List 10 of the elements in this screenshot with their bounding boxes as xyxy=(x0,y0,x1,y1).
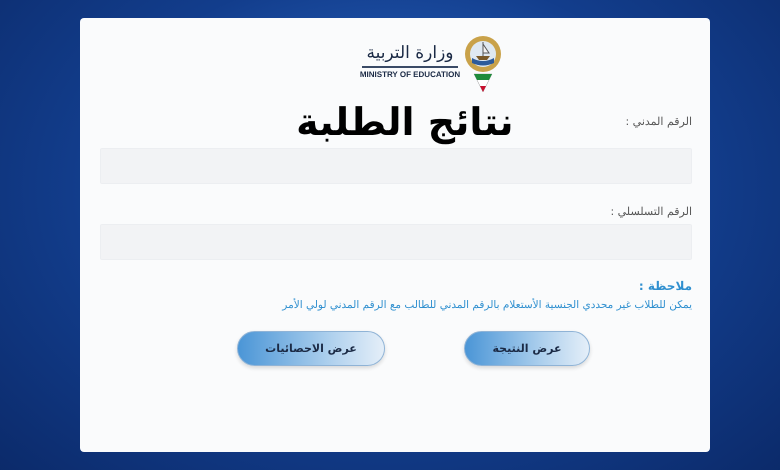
note-text: يمكن للطلاب غير محددي الجنسية الأستعلام بالرقم المدني للطالب مع الرقم المدني لولي الأمر xyxy=(280,297,692,313)
ministry-name: وزارة التربية xyxy=(362,42,458,68)
action-button[interactable]: عرض النتيجة xyxy=(464,331,590,366)
ministry-name-english: MINISTRY OF EDUCATION xyxy=(360,70,460,79)
action-button[interactable]: عرض الاحصائيات xyxy=(237,331,385,366)
field-label: الرقم التسلسلي : xyxy=(609,204,692,220)
field-label: الرقم المدني : xyxy=(625,114,692,130)
emblem-icon xyxy=(464,34,502,94)
page-title: نتائج الطلبة xyxy=(296,99,514,146)
note-heading: ملاحظة : xyxy=(638,278,692,295)
